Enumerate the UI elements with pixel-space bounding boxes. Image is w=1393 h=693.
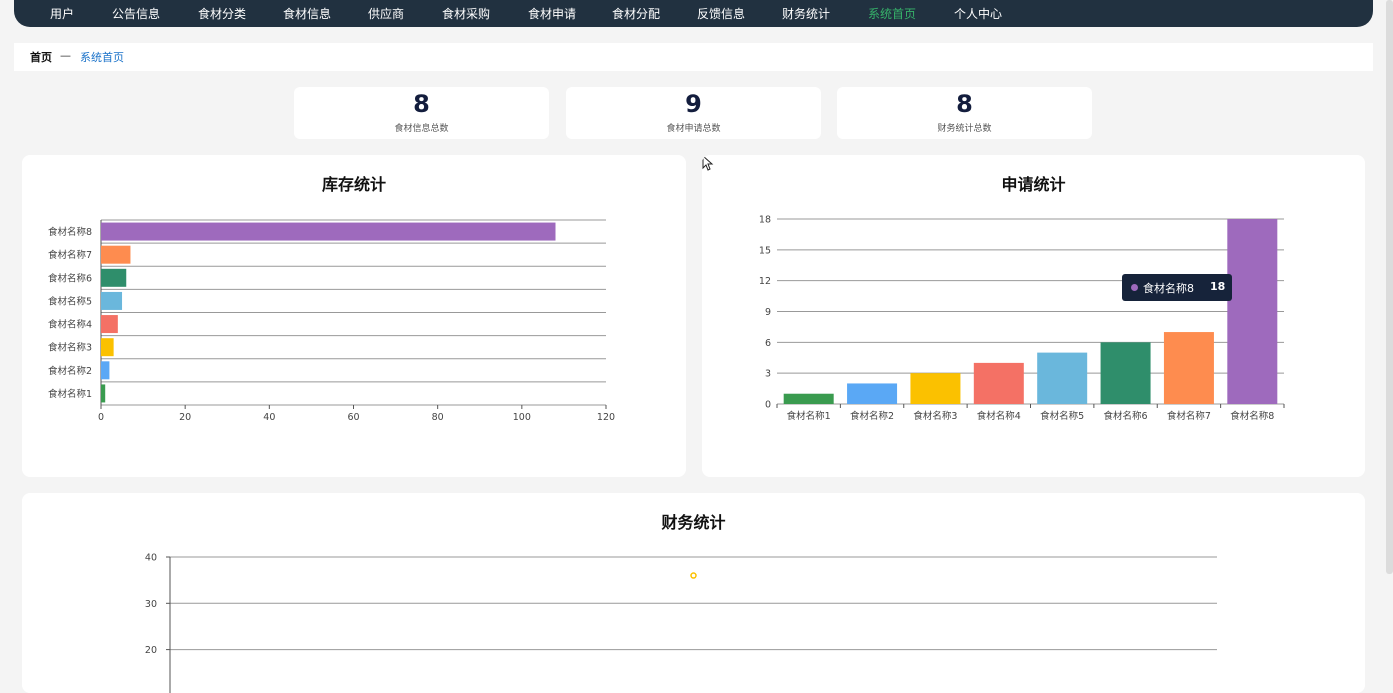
- stat-label: 食材信息总数: [394, 124, 449, 134]
- bar: [1227, 219, 1278, 404]
- category-tick-label: 食材名称2: [850, 410, 894, 422]
- category-tick-label: 食材名称3: [913, 410, 957, 422]
- bar: [101, 315, 118, 334]
- x-tick-label: 80: [432, 412, 444, 423]
- breadcrumb-home[interactable]: 首页: [30, 49, 52, 65]
- category-tick-label: 食材名称6: [48, 272, 92, 284]
- stat-card-ingredient-request: 9 食材申请总数: [566, 87, 821, 139]
- finance-chart-card: 财务统计 20 30 40: [22, 493, 1365, 693]
- category-tick-label: 食材名称5: [48, 295, 92, 307]
- inventory-chart-card: 库存统计 食材名称1 食材名称2 食材名称3 食材名称4 食材名称5 食材名称6 食材名称7…: [22, 155, 686, 477]
- nav-item-finance-stats[interactable]: 财务统计: [782, 5, 830, 22]
- category-tick-label: 食材名称7: [48, 249, 92, 261]
- bar: [1100, 342, 1151, 404]
- bar: [101, 268, 127, 287]
- nav-item-personal-center[interactable]: 个人中心: [954, 5, 1002, 22]
- bar: [910, 373, 961, 404]
- breadcrumb-current[interactable]: 系统首页: [80, 49, 124, 65]
- bar: [101, 361, 110, 380]
- bar: [101, 338, 114, 357]
- category-tick-label: 食材名称4: [48, 319, 92, 331]
- category-tick-label: 食材名称8: [1230, 410, 1274, 422]
- x-tick-label: 40: [263, 412, 275, 423]
- nav-item-ingredient-category[interactable]: 食材分类: [198, 5, 246, 22]
- y-tick-label: 15: [759, 245, 771, 256]
- stat-label: 财务统计总数: [937, 124, 992, 134]
- y-tick-label: 12: [759, 276, 771, 287]
- y-tick-label: 40: [145, 553, 157, 564]
- bar: [101, 384, 106, 403]
- page-scrollbar[interactable]: [1386, 0, 1393, 574]
- nav-item-ingredient-allocation[interactable]: 食材分配: [612, 5, 660, 22]
- nav-item-ingredient-purchase[interactable]: 食材采购: [442, 5, 490, 22]
- y-tick-label: 0: [765, 400, 771, 411]
- stat-card-finance: 8 财务统计总数: [837, 87, 1092, 139]
- category-tick-label: 食材名称1: [48, 388, 92, 400]
- bar: [101, 222, 556, 241]
- category-tick-label: 食材名称6: [1104, 410, 1148, 422]
- stat-value: 8: [413, 90, 430, 118]
- chart-tooltip: 食材名称8 18: [1122, 274, 1232, 301]
- bar: [783, 393, 834, 404]
- breadcrumb-separator: —: [60, 49, 71, 62]
- category-tick-label: 食材名称7: [1167, 410, 1211, 422]
- inventory-chart[interactable]: 食材名称1 食材名称2 食材名称3 食材名称4 食材名称5 食材名称6 食材名称7 食材名称8…: [22, 155, 686, 477]
- category-tick-label: 食材名称8: [48, 226, 92, 238]
- category-tick-label: 食材名称4: [977, 410, 1021, 422]
- x-tick-label: 60: [347, 412, 359, 423]
- nav-item-ingredient-info[interactable]: 食材信息: [283, 5, 331, 22]
- x-tick-label: 0: [98, 412, 104, 423]
- request-chart[interactable]: 0 3 6 9 12 15 18 食材名称1 食材名称2 食材名称3 食材名称4 食材名称5 食材名称6…: [702, 155, 1365, 477]
- nav-item-users[interactable]: 用户: [50, 5, 74, 22]
- tooltip-name: 食材名称8: [1143, 282, 1194, 295]
- tooltip-series-dot: [1131, 284, 1138, 291]
- category-tick-label: 食材名称3: [48, 342, 92, 354]
- stat-label: 食材申请总数: [666, 124, 721, 134]
- x-tick-label: 20: [179, 412, 191, 423]
- y-tick-label: 18: [759, 215, 771, 226]
- mouse-cursor-icon: [702, 155, 714, 171]
- top-nav-bar: 用户 公告信息 食材分类 食材信息 供应商 食材采购 食材申请 食材分配 反馈信息 财务统计 系统首…: [14, 0, 1373, 27]
- request-chart-card: 申请统计 0 3 6 9 12 15 18 食材名称1 食材名称2 食材名称3 食材名称4 食材名称5…: [702, 155, 1365, 477]
- stat-value: 8: [956, 90, 973, 118]
- tooltip-value: 18: [1210, 280, 1226, 293]
- x-tick-label: 120: [597, 412, 615, 423]
- category-tick-label: 食材名称1: [787, 410, 831, 422]
- y-tick-label: 20: [145, 645, 157, 656]
- bar: [973, 362, 1024, 404]
- x-tick-label: 100: [513, 412, 531, 423]
- bar: [101, 245, 131, 264]
- bar: [1037, 352, 1088, 404]
- nav-item-announcements[interactable]: 公告信息: [112, 5, 160, 22]
- bar: [101, 291, 123, 310]
- y-tick-label: 3: [765, 369, 771, 380]
- category-tick-label: 食材名称2: [48, 365, 92, 377]
- data-point: [690, 572, 697, 579]
- nav-item-system-home[interactable]: 系统首页: [868, 5, 916, 22]
- nav-item-feedback[interactable]: 反馈信息: [697, 5, 745, 22]
- category-tick-label: 食材名称5: [1040, 410, 1084, 422]
- nav-item-supplier[interactable]: 供应商: [368, 5, 404, 22]
- stat-value: 9: [685, 90, 702, 118]
- nav-item-ingredient-request[interactable]: 食材申请: [528, 5, 576, 22]
- y-tick-label: 6: [765, 338, 771, 349]
- y-tick-label: 9: [765, 307, 771, 318]
- y-tick-label: 30: [145, 599, 157, 610]
- bar: [847, 383, 898, 404]
- stat-card-ingredient-info: 8 食材信息总数: [294, 87, 549, 139]
- breadcrumb: 首页 — 系统首页: [14, 43, 1373, 71]
- finance-chart[interactable]: 20 30 40: [22, 493, 1365, 693]
- bar: [1163, 332, 1214, 404]
